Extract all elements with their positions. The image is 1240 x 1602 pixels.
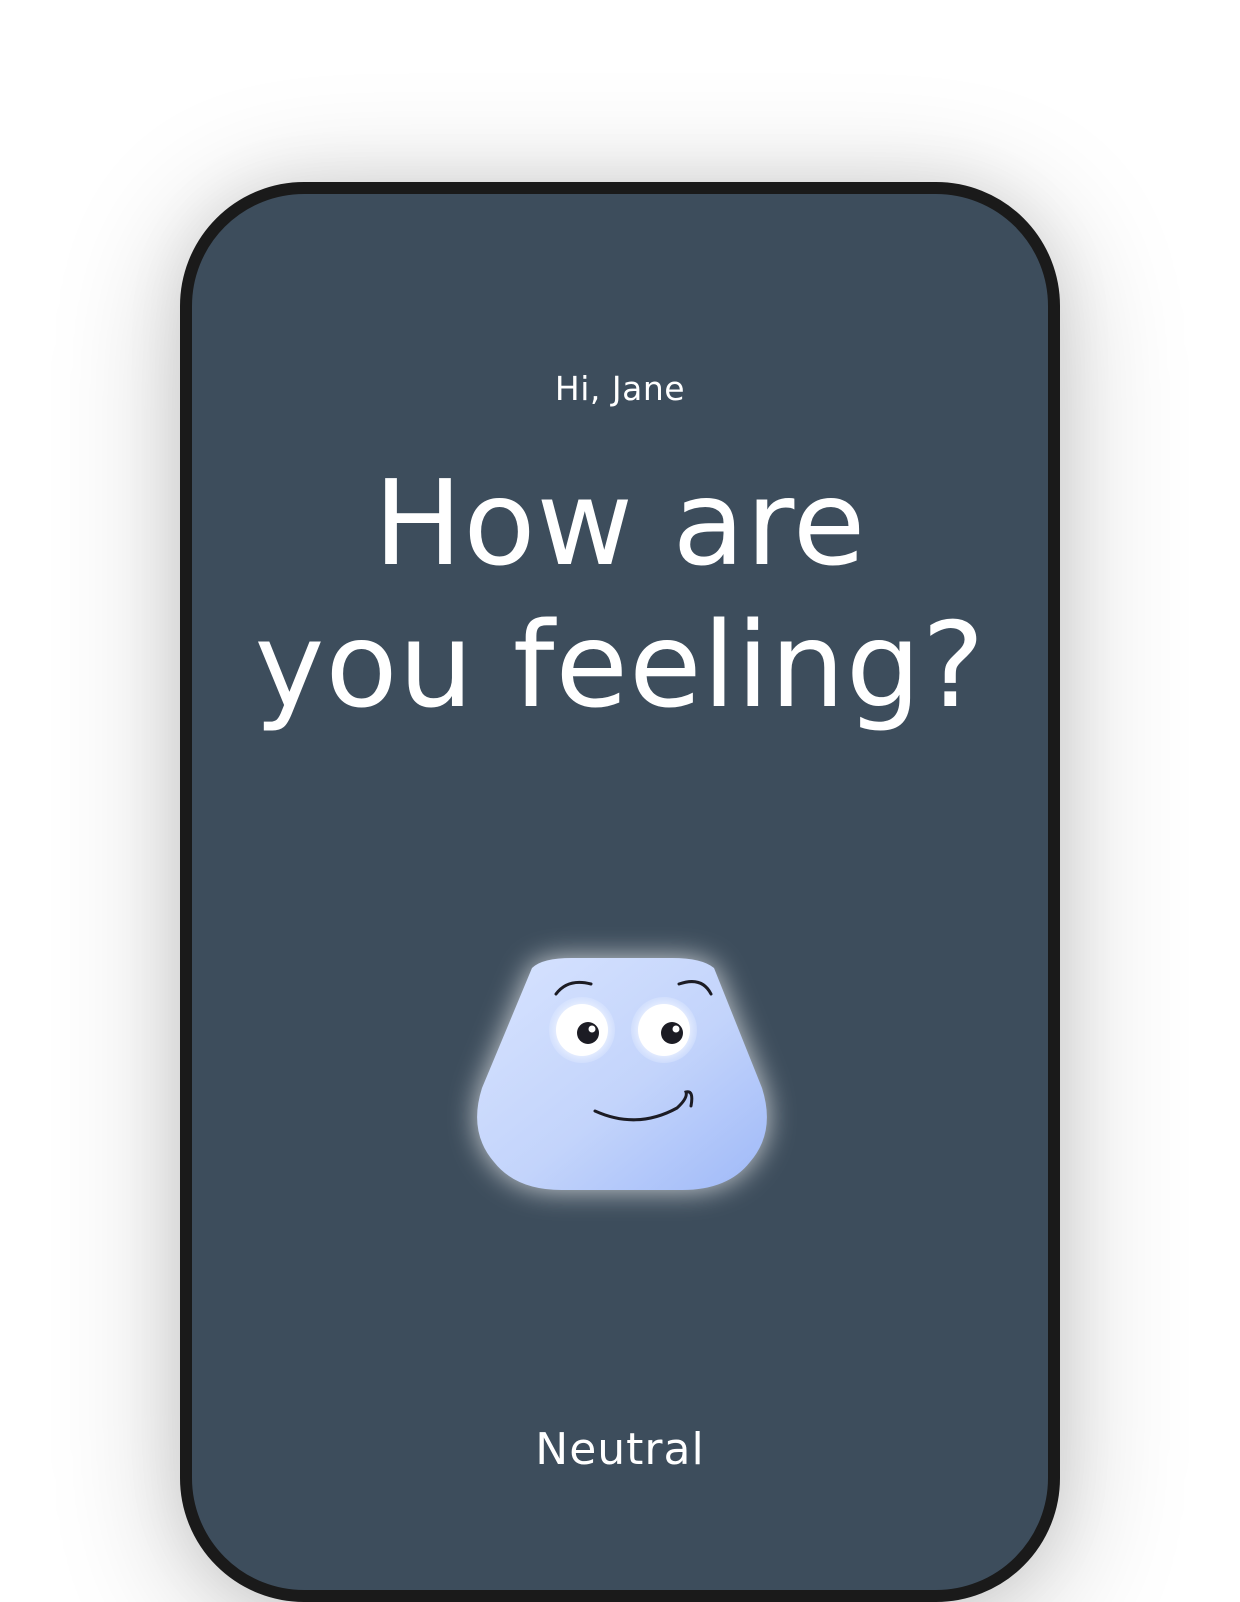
mood-mascot[interactable] xyxy=(432,922,812,1222)
mascot-body xyxy=(477,958,767,1190)
neutral-face-blob-icon xyxy=(477,958,767,1190)
mood-label: Neutral xyxy=(535,1424,705,1475)
greeting-text: Hi, Jane xyxy=(554,369,686,408)
page-title: How are you feeling? xyxy=(192,452,1048,736)
page-title-line-2: you feeling? xyxy=(254,596,986,734)
phone-frame: Hi, Jane How are you feeling? Neutral xyxy=(180,182,1060,1602)
page-title-line-1: How are xyxy=(373,454,867,592)
